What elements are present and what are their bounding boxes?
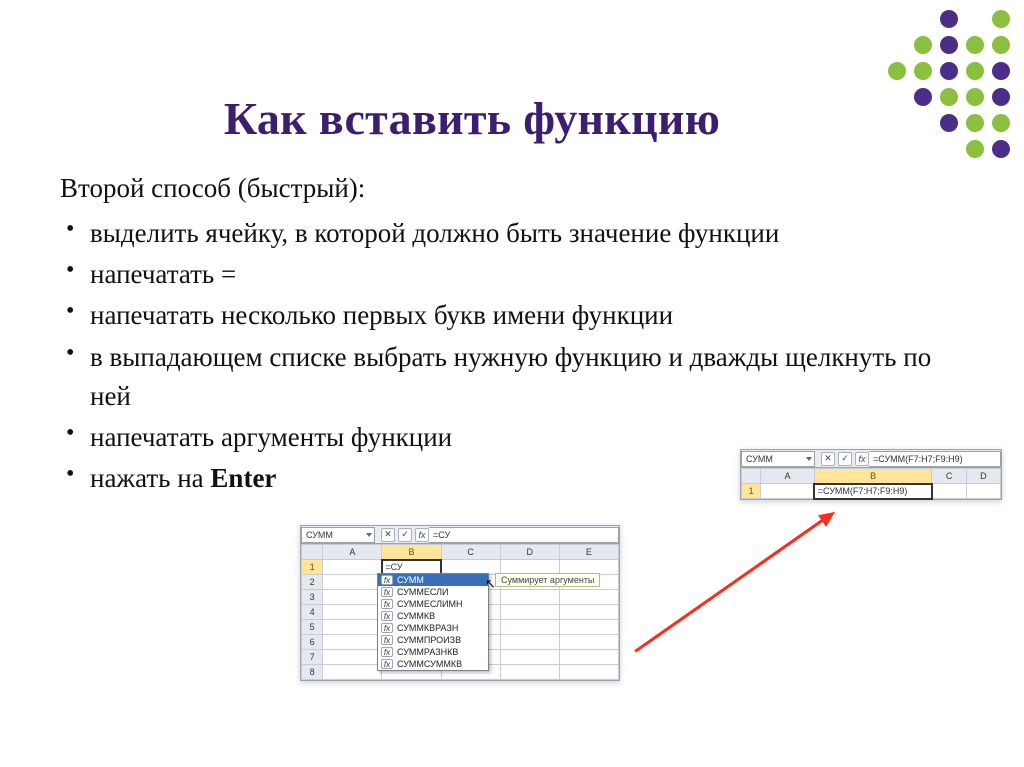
- annotation-arrow-head: [818, 506, 839, 527]
- autocomplete-item[interactable]: fxСУММСУММКВ: [378, 658, 488, 670]
- intro-text: Второй способ (быстрый):: [60, 169, 964, 208]
- fx-icon[interactable]: fx: [415, 528, 429, 542]
- body-content: Второй способ (быстрый): выделить ячейку…: [0, 145, 1024, 498]
- autocomplete-item[interactable]: fxСУММКВРАЗН: [378, 622, 488, 634]
- spreadsheet-grid[interactable]: A B C D 1 =СУММ(F7:H7;F9:H9): [741, 468, 1001, 499]
- autocomplete-item[interactable]: fxСУММКВ: [378, 610, 488, 622]
- enter-icon[interactable]: ✓: [838, 452, 852, 466]
- autocomplete-item[interactable]: fxСУММПРОИЗВ: [378, 634, 488, 646]
- cell-b1-editing[interactable]: =СУММ(F7:H7;F9:H9): [814, 484, 932, 499]
- bullet-2: напечатать =: [60, 255, 964, 294]
- formula-bar[interactable]: =СУММ(F7:H7;F9:H9): [869, 451, 1001, 467]
- annotation-arrow: [634, 518, 824, 652]
- decorative-dots: [862, 10, 1014, 162]
- autocomplete-item[interactable]: fxСУММЕСЛИ: [378, 586, 488, 598]
- enter-icon[interactable]: ✓: [398, 528, 412, 542]
- autocomplete-item[interactable]: fxСУММРАЗНКВ: [378, 646, 488, 658]
- function-autocomplete-dropdown[interactable]: fxСУММ fxСУММЕСЛИ fxСУММЕСЛИМН fxСУММКВ …: [377, 573, 489, 671]
- cancel-icon[interactable]: ✕: [381, 528, 395, 542]
- bullet-3: напечатать несколько первых букв имени ф…: [60, 296, 964, 335]
- name-box[interactable]: СУММ: [741, 451, 815, 467]
- name-box[interactable]: СУММ: [301, 527, 375, 543]
- bullet-1: выделить ячейку, в которой должно быть з…: [60, 214, 964, 253]
- bullet-4: в выпадающем списке выбрать нужную функц…: [60, 338, 964, 416]
- cancel-icon[interactable]: ✕: [821, 452, 835, 466]
- autocomplete-item-selected[interactable]: fxСУММ: [378, 574, 488, 586]
- formula-bar[interactable]: =СУ: [429, 527, 619, 543]
- excel-screenshot-autocomplete: СУММ ✕ ✓ fx =СУ A B C D E 1=СУ 2 3 4 5 6…: [300, 525, 620, 681]
- function-tooltip: Суммирует аргументы: [495, 573, 600, 587]
- excel-screenshot-filled: СУММ ✕ ✓ fx =СУММ(F7:H7;F9:H9) A B C D 1…: [740, 449, 1002, 500]
- autocomplete-item[interactable]: fxСУММЕСЛИМН: [378, 598, 488, 610]
- fx-icon[interactable]: fx: [855, 452, 869, 466]
